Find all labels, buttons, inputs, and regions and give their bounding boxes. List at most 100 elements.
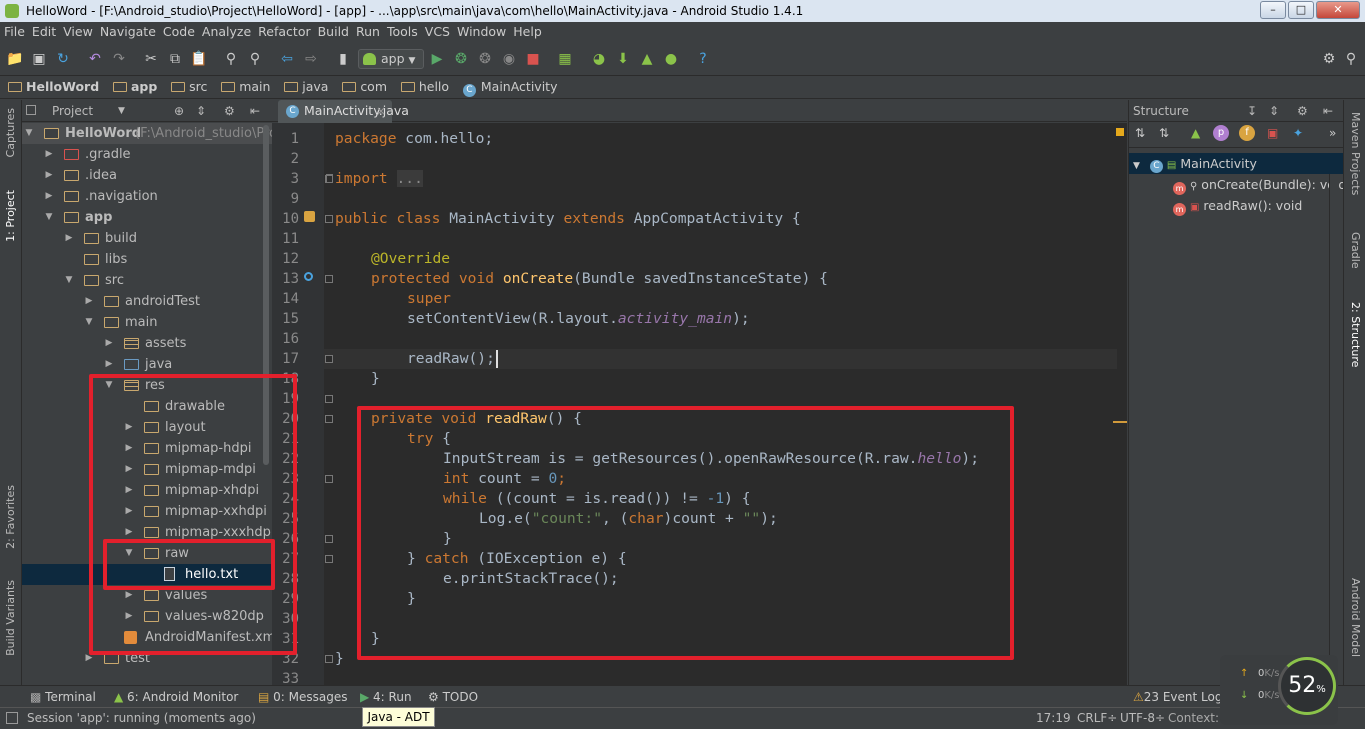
- memory-indicator[interactable]: ↑ 0K/s ↓ 0K/s 52%: [1220, 655, 1338, 725]
- fold-marker-icon[interactable]: [325, 415, 333, 423]
- debug-icon[interactable]: ❂: [452, 50, 470, 68]
- tree-item-helloword[interactable]: ▼ HelloWord (F:\Android_studio\Proj: [22, 123, 272, 144]
- warning-indicator-icon[interactable]: [1116, 128, 1124, 136]
- save-icon[interactable]: ▣: [30, 50, 48, 68]
- structure-member-oncreate[interactable]: m ⚲ onCreate(Bundle): void: [1173, 174, 1346, 195]
- coverage-icon[interactable]: ◉: [500, 50, 518, 68]
- run-tab[interactable]: ▶ 4: Run: [360, 686, 412, 708]
- back-icon[interactable]: ⇦: [278, 50, 296, 68]
- fold-marker-icon[interactable]: [325, 215, 333, 223]
- tree-item-src[interactable]: ▼ src: [22, 270, 272, 291]
- menu-file[interactable]: File: [0, 22, 28, 42]
- collapse-all-icon[interactable]: ⇕: [196, 100, 206, 122]
- sync-gradle-icon[interactable]: ▦: [556, 50, 574, 68]
- fold-marker-icon[interactable]: [325, 355, 333, 363]
- menu-tools[interactable]: Tools: [383, 22, 421, 42]
- tree-item-libs[interactable]: libs: [22, 249, 272, 270]
- tree-item-idea[interactable]: ▶ .idea: [22, 165, 272, 186]
- help-icon[interactable]: ?: [694, 50, 712, 68]
- breadcrumb-item-com[interactable]: com: [342, 76, 387, 98]
- menu-code[interactable]: Code: [159, 22, 198, 42]
- sort-by-visibility-icon[interactable]: ⇅: [1135, 126, 1145, 140]
- sync-icon[interactable]: ↻: [54, 50, 72, 68]
- minimize-button[interactable]: –: [1260, 1, 1286, 19]
- breadcrumb-item-mainactivity[interactable]: C MainActivity: [462, 76, 557, 98]
- breadcrumb-item-app[interactable]: app: [112, 76, 157, 98]
- breadcrumb-item-helloword[interactable]: HelloWord: [8, 76, 99, 98]
- project-view-select[interactable]: Project: [52, 100, 93, 122]
- gradle-tab[interactable]: Gradle: [1349, 232, 1362, 269]
- chevron-right-icon[interactable]: ▶: [44, 186, 54, 207]
- captures-tab[interactable]: Captures: [4, 108, 17, 157]
- file-encoding[interactable]: UTF-8÷: [1120, 708, 1165, 728]
- avd-manager-icon[interactable]: ◕: [590, 50, 608, 68]
- sdk-manager-icon[interactable]: ⬇: [614, 50, 632, 68]
- search-everywhere-icon[interactable]: ⚲: [1342, 50, 1360, 68]
- structure-scrollbar[interactable]: [1329, 174, 1339, 684]
- replace-icon[interactable]: ⚲: [246, 50, 264, 68]
- show-inherited-icon[interactable]: ▲: [1191, 126, 1200, 140]
- close-button[interactable]: ✕: [1316, 1, 1360, 19]
- make-project-icon[interactable]: ▮: [334, 50, 352, 68]
- tree-item-java[interactable]: ▶ java: [22, 354, 272, 375]
- paste-icon[interactable]: 📋: [190, 50, 208, 68]
- menu-build[interactable]: Build: [314, 22, 352, 42]
- chevron-down-icon[interactable]: ▼: [64, 270, 74, 291]
- messages-tab[interactable]: ▤ 0: Messages: [258, 686, 348, 708]
- breadcrumb-item-src[interactable]: src: [171, 76, 207, 98]
- build-variants-tab[interactable]: Build Variants: [4, 580, 17, 656]
- redo-icon[interactable]: ↷: [110, 50, 128, 68]
- cut-icon[interactable]: ✂: [142, 50, 160, 68]
- chevron-right-icon[interactable]: ▶: [104, 333, 114, 354]
- tree-item-gradle[interactable]: ▶ .gradle: [22, 144, 272, 165]
- menu-view[interactable]: View: [59, 22, 96, 42]
- find-icon[interactable]: ⚲: [222, 50, 240, 68]
- tree-item-assets[interactable]: ▶ assets: [22, 333, 272, 354]
- override-gutter-icon[interactable]: [304, 272, 313, 281]
- menu-help[interactable]: Help: [509, 22, 545, 42]
- todo-tab[interactable]: ⚙ TODO: [428, 686, 478, 708]
- tree-item-app[interactable]: ▼ app: [22, 207, 272, 228]
- menu-window[interactable]: Window: [453, 22, 509, 42]
- line-separator[interactable]: CRLF÷: [1077, 708, 1117, 728]
- folded-code-placeholder[interactable]: ...: [396, 170, 423, 187]
- breadcrumb-item-java[interactable]: java: [284, 76, 328, 98]
- chevron-down-icon[interactable]: ▼: [44, 207, 54, 228]
- android-model-tab[interactable]: Android Model: [1349, 578, 1362, 657]
- breadcrumb-item-main[interactable]: main: [221, 76, 270, 98]
- breadcrumb-item-hello[interactable]: hello: [400, 76, 449, 98]
- event-log-tab[interactable]: ⚠23 Event Log: [1133, 686, 1222, 708]
- tree-item-androidtest[interactable]: ▶ androidTest: [22, 291, 272, 312]
- show-properties-icon[interactable]: p: [1213, 125, 1229, 141]
- structure-root-item[interactable]: ▼ C ▤ MainActivity: [1133, 153, 1257, 174]
- tree-item-build[interactable]: ▶ build: [22, 228, 272, 249]
- chevron-down-icon[interactable]: ▼: [118, 100, 125, 122]
- copy-icon[interactable]: ⧉: [166, 50, 184, 68]
- android-monitor-tab[interactable]: ▲ 6: Android Monitor: [114, 686, 238, 708]
- chevron-right-icon[interactable]: ▶: [44, 144, 54, 165]
- chevron-right-icon[interactable]: ▶: [84, 291, 94, 312]
- fold-marker-icon[interactable]: [325, 535, 333, 543]
- run-configuration-select[interactable]: app ▼: [358, 49, 424, 69]
- fold-marker-icon[interactable]: [325, 655, 333, 663]
- forward-icon[interactable]: ⇨: [302, 50, 320, 68]
- chevron-right-icon[interactable]: ▶: [104, 354, 114, 375]
- autoscroll-icon[interactable]: ✦: [1293, 126, 1303, 140]
- toggle-tool-windows-icon[interactable]: [6, 712, 18, 724]
- chevron-right-icon[interactable]: ▶: [64, 228, 74, 249]
- more-icon[interactable]: »: [1329, 126, 1336, 140]
- menu-vcs[interactable]: VCS: [421, 22, 453, 42]
- error-stripe-mark[interactable]: [1113, 421, 1127, 423]
- chevron-down-icon[interactable]: ▼: [24, 123, 34, 144]
- menu-run[interactable]: Run: [352, 22, 383, 42]
- structure-member-readraw[interactable]: m ▣ readRaw(): void: [1173, 195, 1302, 216]
- hide-panel-icon[interactable]: ⇤: [1323, 100, 1333, 122]
- attach-debugger-icon[interactable]: ❂: [476, 50, 494, 68]
- fold-marker-icon[interactable]: [325, 475, 333, 483]
- undo-icon[interactable]: ↶: [86, 50, 104, 68]
- collapse-all-icon[interactable]: ⇕: [1269, 100, 1279, 122]
- chevron-right-icon[interactable]: ▶: [44, 165, 54, 186]
- open-folder-icon[interactable]: 📁: [6, 50, 24, 68]
- maximize-button[interactable]: □: [1288, 1, 1314, 19]
- cursor-position[interactable]: 17:19: [1036, 708, 1071, 728]
